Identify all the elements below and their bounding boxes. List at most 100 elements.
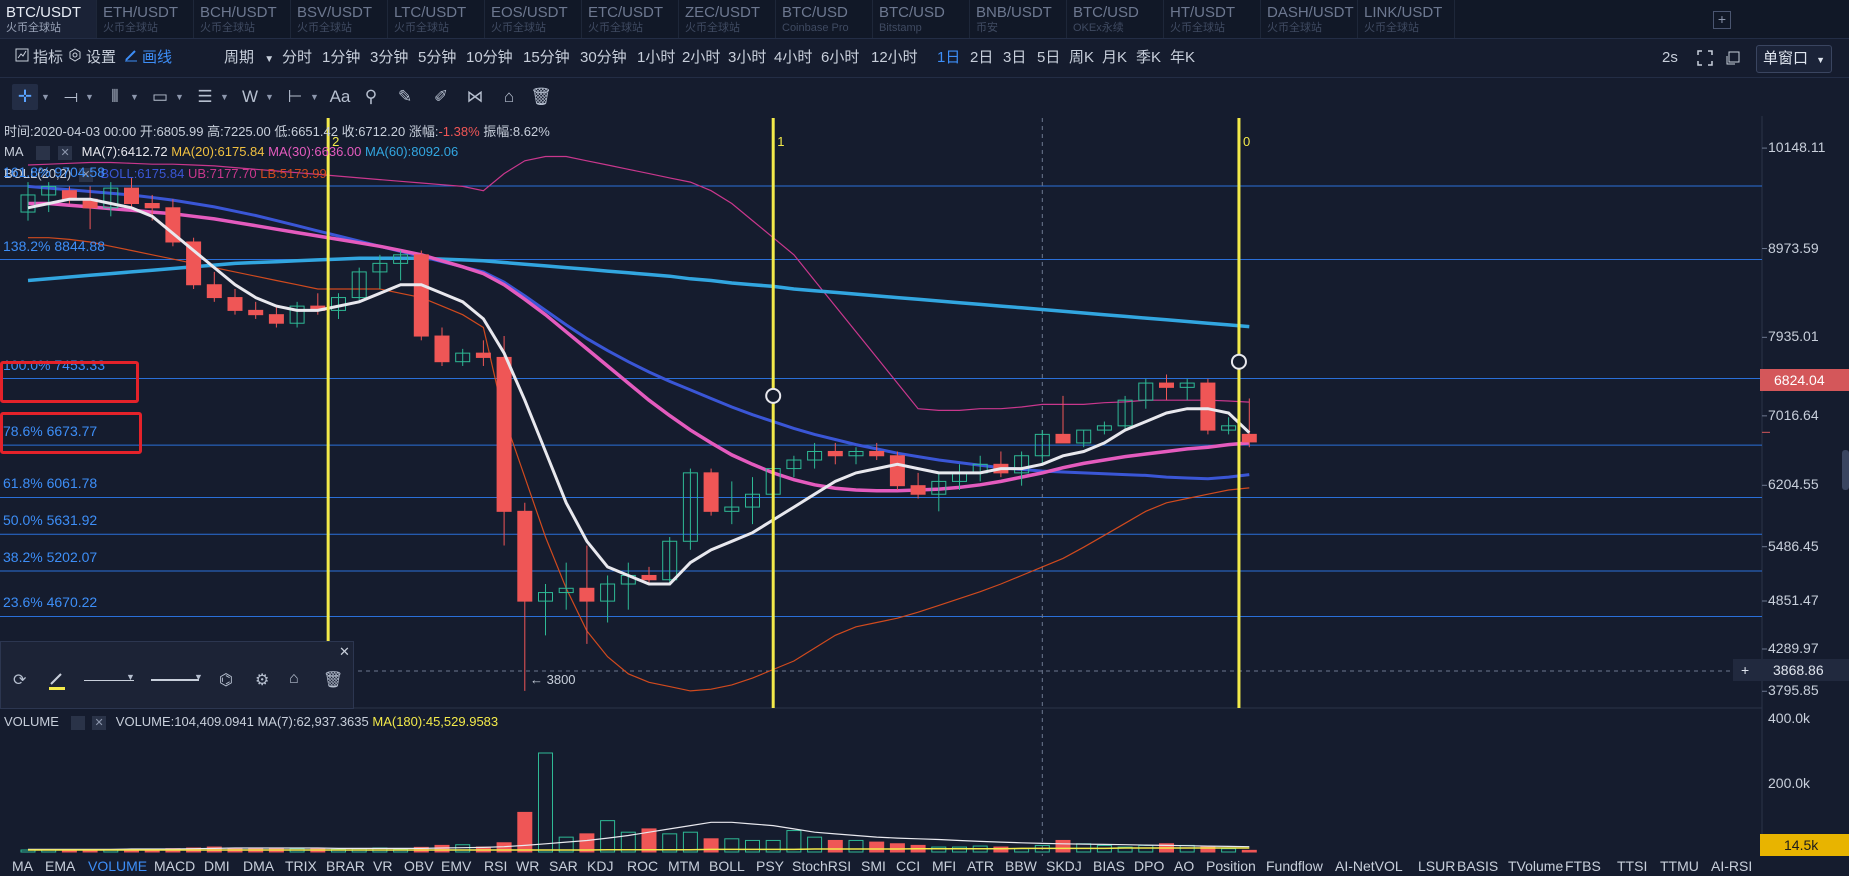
close-icon[interactable]: ✕ [92, 715, 107, 730]
indicator-tab[interactable]: AI-RSI [1711, 856, 1752, 876]
chevron-down-icon[interactable]: ▼ [265, 92, 274, 102]
period-option[interactable]: 30分钟 [580, 39, 627, 77]
period-option[interactable]: 1日 [937, 39, 960, 77]
chevron-down-icon[interactable]: ▼ [126, 672, 135, 694]
period-option[interactable]: 1分钟 [322, 39, 360, 77]
indicator-tab[interactable]: AI-NetVOL [1335, 856, 1403, 876]
pair-tab[interactable]: BSV/USDT 火币全球站 [291, 0, 388, 38]
scroll-handle[interactable] [1842, 450, 1849, 490]
pair-tab[interactable]: BNB/USDT 币安 [970, 0, 1067, 38]
pair-tab[interactable]: ZEC/USDT 火币全球站 [679, 0, 776, 38]
indicator-tab[interactable]: ROC [627, 856, 658, 876]
indicator-tab[interactable]: AO [1174, 856, 1194, 876]
period-option[interactable]: 10分钟 [466, 39, 513, 77]
indicator-tab[interactable]: CCI [896, 856, 920, 876]
lock-icon[interactable]: ⌂ [496, 84, 522, 110]
indicator-tab[interactable]: WR [516, 856, 539, 876]
indicator-tab[interactable]: RSI [484, 856, 507, 876]
settings-icon[interactable] [70, 715, 85, 730]
chevron-down-icon[interactable]: ▼ [130, 92, 139, 102]
indicator-tab[interactable]: EMA [45, 856, 75, 876]
period-option[interactable]: 1小时 [637, 39, 675, 77]
period-option[interactable]: 3小时 [728, 39, 766, 77]
indicator-tab[interactable]: TRIX [285, 856, 317, 876]
chevron-down-icon[interactable]: ▼ [85, 92, 94, 102]
fullscreen-icon[interactable] [1697, 39, 1713, 77]
parallel-channel-tool-icon[interactable]: ⫴ [102, 84, 128, 110]
indicator-tab[interactable]: SMI [861, 856, 886, 876]
indicator-button[interactable]: 指标 [15, 39, 63, 77]
pair-tab[interactable]: LINK/USDT 火币全球站 [1358, 0, 1455, 38]
pair-tab[interactable]: LTC/USDT 火币全球站 [388, 0, 485, 38]
period-option[interactable]: 5分钟 [418, 39, 456, 77]
magnet-tool-icon[interactable]: ⚲ [358, 84, 384, 110]
measure-tool-icon[interactable]: ⊢ [282, 84, 308, 110]
period-option[interactable]: 分时 [282, 39, 312, 77]
indicator-tab[interactable]: Position [1206, 856, 1256, 876]
line-width-select[interactable] [151, 679, 199, 703]
indicator-tab[interactable]: StochRSI [792, 856, 851, 876]
indicator-tab[interactable]: VOLUME [88, 856, 147, 876]
indicator-tab[interactable]: LSUR [1418, 856, 1455, 876]
indicator-tab[interactable]: BBW [1005, 856, 1037, 876]
indicator-tab[interactable]: SKDJ [1046, 856, 1082, 876]
period-option[interactable]: 4小时 [774, 39, 812, 77]
indicator-tab[interactable]: EMV [441, 856, 471, 876]
indicator-tab[interactable]: DMA [243, 856, 274, 876]
indicator-tab[interactable]: MTM [668, 856, 700, 876]
period-option[interactable]: 年K [1170, 39, 1195, 77]
indicator-tab[interactable]: TTSI [1617, 856, 1647, 876]
text-tool-icon[interactable]: Aa [327, 84, 353, 110]
period-dropdown[interactable]: 周期 ▼ [224, 39, 274, 77]
indicator-tab[interactable]: BOLL [709, 856, 745, 876]
chevron-down-icon[interactable]: ▼ [41, 92, 50, 102]
indicator-tab[interactable]: BASIS [1457, 856, 1498, 876]
pair-tab[interactable]: BCH/USDT 火币全球站 [194, 0, 291, 38]
period-option[interactable]: 12小时 [871, 39, 918, 77]
period-option[interactable]: 月K [1102, 39, 1127, 77]
indicator-tab[interactable]: MACD [154, 856, 195, 876]
lock-icon[interactable]: ⌂ [289, 670, 299, 692]
indicator-tab[interactable]: OBV [404, 856, 434, 876]
window-mode-select[interactable]: 单窗口 ▼ [1756, 45, 1832, 73]
indicator-tab[interactable]: DPO [1134, 856, 1164, 876]
period-option[interactable]: 3日 [1003, 39, 1026, 77]
indicator-tab[interactable]: SAR [549, 856, 578, 876]
chevron-down-icon[interactable]: ▼ [194, 672, 203, 694]
brush-tool-icon[interactable]: ✐ [428, 84, 454, 110]
pair-tab[interactable]: ETC/USDT 火币全球站 [582, 0, 679, 38]
fibonacci-tool-icon[interactable]: ☰ [192, 84, 218, 110]
indicator-tab[interactable]: MA [12, 856, 33, 876]
popout-icon[interactable] [1725, 39, 1741, 77]
indicator-tab[interactable]: FTBS [1565, 856, 1601, 876]
horizontal-line-tool-icon[interactable]: ⟞ [58, 84, 84, 110]
pair-tab[interactable]: ETH/USDT 火币全球站 [97, 0, 194, 38]
template-icon[interactable]: ⌬ [219, 670, 233, 692]
indicator-tab[interactable]: TTMU [1660, 856, 1699, 876]
chevron-down-icon[interactable]: ▼ [175, 92, 184, 102]
indicator-tab[interactable]: MFI [932, 856, 956, 876]
settings-icon[interactable] [36, 145, 51, 160]
indicator-tab[interactable]: DMI [204, 856, 230, 876]
settings-button[interactable]: 设置 [68, 39, 116, 77]
close-icon[interactable]: ✕ [58, 145, 73, 160]
indicator-tab[interactable]: Fundflow [1266, 856, 1323, 876]
period-option[interactable]: 季K [1136, 39, 1161, 77]
pair-tab[interactable]: BTC/USD Bitstamp [873, 0, 970, 38]
period-option[interactable]: 3分钟 [370, 39, 408, 77]
sync-icon[interactable]: ⟳ [13, 670, 26, 692]
indicator-tab[interactable]: VR [373, 856, 392, 876]
indicator-tab[interactable]: PSY [756, 856, 784, 876]
color-pen-icon[interactable] [48, 670, 66, 692]
crosshair-plus[interactable]: + [1741, 659, 1749, 681]
pair-tab[interactable]: HT/USDT 火币全球站 [1164, 0, 1261, 38]
indicator-tab[interactable]: ATR [967, 856, 994, 876]
period-option[interactable]: 周K [1069, 39, 1094, 77]
chevron-down-icon[interactable]: ▼ [220, 92, 229, 102]
period-option[interactable]: 15分钟 [523, 39, 570, 77]
pair-tab[interactable]: EOS/USDT 火币全球站 [485, 0, 582, 38]
trash-icon[interactable]: 🗑 [323, 670, 343, 692]
hide-drawings-icon[interactable]: ⋈ [462, 84, 488, 110]
pair-tab[interactable]: DASH/USDT 火币全球站 [1261, 0, 1358, 38]
refresh-interval[interactable]: 2s [1662, 39, 1678, 77]
